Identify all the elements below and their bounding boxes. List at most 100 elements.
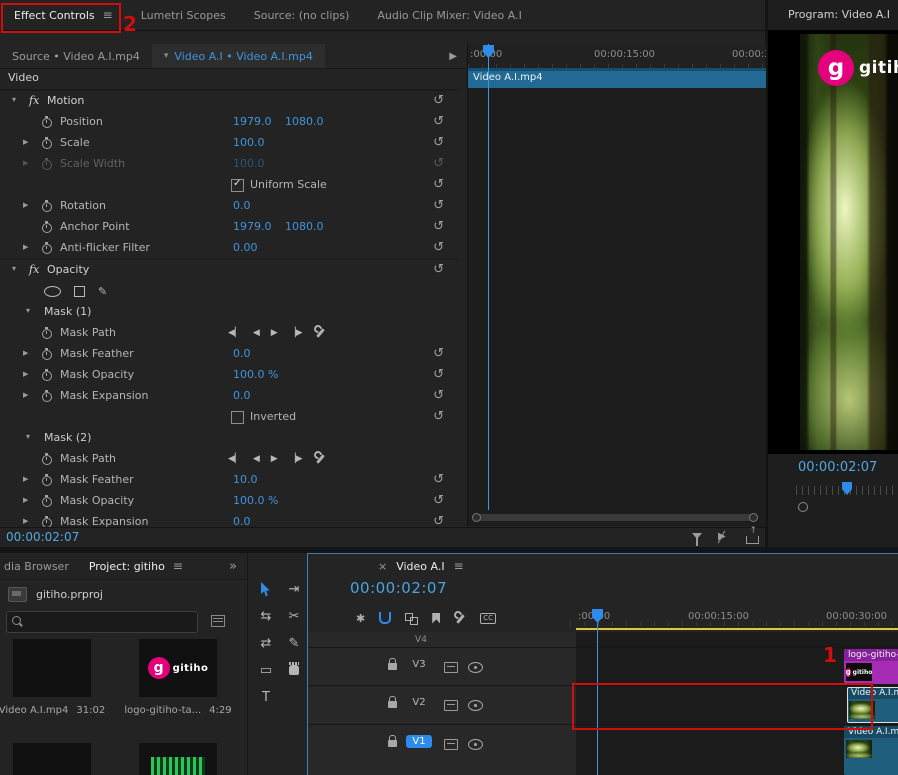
- sequence-clip-selector[interactable]: ▾ Video A.I • Video A.I.mp4: [152, 44, 325, 68]
- timeline-timecode[interactable]: 00:00:02:07: [350, 579, 447, 597]
- mask-row-mask-2[interactable]: ▾Mask (2): [0, 428, 458, 449]
- sequence-tab[interactable]: × Video A.I ≡: [378, 559, 464, 573]
- ellipse-mask-icon[interactable]: [44, 286, 61, 297]
- mask-row-mask-1[interactable]: ▾Mask (1): [0, 302, 458, 323]
- current-timecode[interactable]: 00:00:02:07: [6, 530, 79, 544]
- timeline-settings-icon[interactable]: [454, 612, 466, 625]
- close-icon[interactable]: ×: [378, 560, 387, 573]
- rect-mask-icon[interactable]: [74, 286, 85, 297]
- lock-icon[interactable]: [388, 663, 397, 670]
- reset-icon[interactable]: ↺: [433, 114, 444, 130]
- project-file-row[interactable]: gitiho.prproj: [8, 587, 103, 602]
- filter-icon[interactable]: [692, 533, 702, 539]
- ripple-edit-tool[interactable]: ⇆: [254, 604, 278, 628]
- mini-horizontal-scrollbar[interactable]: [476, 514, 754, 521]
- track-forward-icon[interactable]: ▶: [271, 328, 278, 338]
- nest-icon[interactable]: ✱: [356, 612, 365, 625]
- mini-playhead-line[interactable]: [488, 44, 489, 510]
- track-backward-icon[interactable]: ◀: [253, 454, 260, 464]
- clip-video-a-i-mp4-v[interactable]: Video A.I.mp4 [V]fx: [844, 726, 898, 775]
- stopwatch-icon[interactable]: [42, 371, 52, 381]
- stopwatch-icon[interactable]: [42, 139, 52, 149]
- chevron-down-icon[interactable]: ▾: [26, 432, 30, 441]
- chevron-down-icon[interactable]: ▾: [12, 95, 16, 104]
- linked-selection-icon[interactable]: [405, 613, 418, 624]
- value-field[interactable]: 0.0: [233, 389, 273, 402]
- wrench-icon[interactable]: [314, 452, 326, 465]
- value-field[interactable]: 100.0 %: [233, 368, 278, 381]
- chevron-right-icon[interactable]: ▶: [23, 517, 28, 525]
- clip-logo-gitiho-tach-nen-png[interactable]: logo-gitiho-tach-nen.pngfxggitiho: [844, 649, 898, 684]
- chevron-right-icon[interactable]: ▶: [23, 496, 28, 504]
- keyframe-canvas[interactable]: [468, 88, 766, 510]
- track-backward-one-icon[interactable]: ◀▏: [228, 454, 242, 464]
- stopwatch-icon[interactable]: [42, 160, 52, 170]
- checkbox-uniform-scale[interactable]: [231, 179, 244, 192]
- reset-icon[interactable]: ↺: [433, 346, 444, 362]
- panel-menu-icon[interactable]: ≡: [173, 559, 183, 573]
- stopwatch-icon[interactable]: [42, 223, 52, 233]
- project-item[interactable]: ggitihologo-gitiho-ta...4:29: [123, 639, 233, 716]
- chevron-right-icon[interactable]: ▶: [449, 51, 457, 62]
- reset-icon[interactable]: ↺: [433, 93, 444, 109]
- track-forward-one-icon[interactable]: ▕▶: [289, 328, 303, 338]
- track-backward-one-icon[interactable]: ◀▏: [228, 328, 242, 338]
- track-content[interactable]: Video A.I.mp4 [V]fx: [576, 725, 898, 775]
- chevron-right-icon[interactable]: ▶: [23, 243, 28, 251]
- scrollbar-knob[interactable]: [798, 502, 808, 512]
- reset-icon[interactable]: ↺: [433, 240, 444, 256]
- track-name[interactable]: V3: [406, 658, 432, 671]
- track-backward-icon[interactable]: ◀: [253, 328, 260, 338]
- razor-tool[interactable]: ✂: [282, 604, 306, 628]
- effect-row-motion[interactable]: ▾fxMotion↺: [0, 90, 458, 112]
- program-timecode[interactable]: 00:00:02:07: [798, 460, 877, 475]
- effect-row-opacity[interactable]: ▾fxOpacity↺: [0, 259, 458, 281]
- pen-mask-icon[interactable]: ✎: [98, 286, 107, 297]
- tab-audio-clip-mixer-video-a-i[interactable]: Audio Clip Mixer: Video A.I: [363, 0, 535, 30]
- tab-lumetri-scopes[interactable]: Lumetri Scopes: [127, 0, 240, 30]
- track-content[interactable]: [576, 632, 898, 647]
- wrench-icon[interactable]: [314, 326, 326, 339]
- value-field[interactable]: 1979.0: [233, 220, 273, 233]
- tab-program[interactable]: Program: Video A.I: [788, 8, 890, 21]
- chevron-right-icon[interactable]: ▶: [23, 475, 28, 483]
- search-input[interactable]: [27, 613, 193, 631]
- value-field[interactable]: 100.0: [233, 157, 273, 170]
- mini-time-ruler[interactable]: :00:0000:00:15:0000:00:3: [468, 44, 766, 69]
- source-patch-icon[interactable]: [444, 700, 458, 711]
- value-field[interactable]: 0.0: [233, 199, 273, 212]
- chevron-right-icon[interactable]: ▶: [23, 391, 28, 399]
- view-options-button[interactable]: [206, 611, 230, 631]
- reset-icon[interactable]: ↺: [433, 262, 444, 278]
- source-clip-label[interactable]: Source • Video A.I.mp4: [0, 50, 152, 63]
- checkbox-inverted[interactable]: [231, 411, 244, 424]
- value-field[interactable]: 100.0 %: [233, 494, 278, 507]
- tab-project[interactable]: Project: gitiho ≡: [79, 559, 193, 573]
- value-field[interactable]: 100.0: [233, 136, 273, 149]
- value-field[interactable]: 1080.0: [285, 115, 325, 128]
- rectangle-tool[interactable]: ▭: [254, 658, 278, 682]
- chevron-right-icon[interactable]: ▶: [23, 370, 28, 378]
- chevron-right-icon[interactable]: ▶: [23, 138, 28, 146]
- reset-icon[interactable]: ↺: [433, 135, 444, 151]
- value-field[interactable]: 0.0: [233, 347, 273, 360]
- track-name[interactable]: V2: [406, 696, 432, 709]
- snap-icon[interactable]: [379, 612, 391, 624]
- source-patch-icon[interactable]: [444, 739, 458, 750]
- toggle-track-output-icon[interactable]: [468, 662, 483, 673]
- stopwatch-icon[interactable]: [42, 476, 52, 486]
- chevron-down-icon[interactable]: ▾: [26, 306, 30, 315]
- project-item[interactable]: [0, 743, 107, 775]
- add-marker-icon[interactable]: [432, 613, 440, 624]
- source-patch-icon[interactable]: [444, 662, 458, 673]
- reset-icon[interactable]: ↺: [433, 472, 444, 488]
- toggle-track-output-icon[interactable]: [468, 700, 483, 711]
- tab-media-browser[interactable]: dia Browser: [0, 560, 79, 573]
- value-field[interactable]: 1979.0: [233, 115, 273, 128]
- value-field[interactable]: 10.0: [233, 473, 273, 486]
- captions-icon[interactable]: CC: [480, 613, 496, 624]
- track-forward-one-icon[interactable]: ▕▶: [289, 454, 303, 464]
- reset-icon[interactable]: ↺: [433, 493, 444, 509]
- hand-tool[interactable]: [282, 658, 306, 682]
- reset-icon[interactable]: ↺: [433, 219, 444, 235]
